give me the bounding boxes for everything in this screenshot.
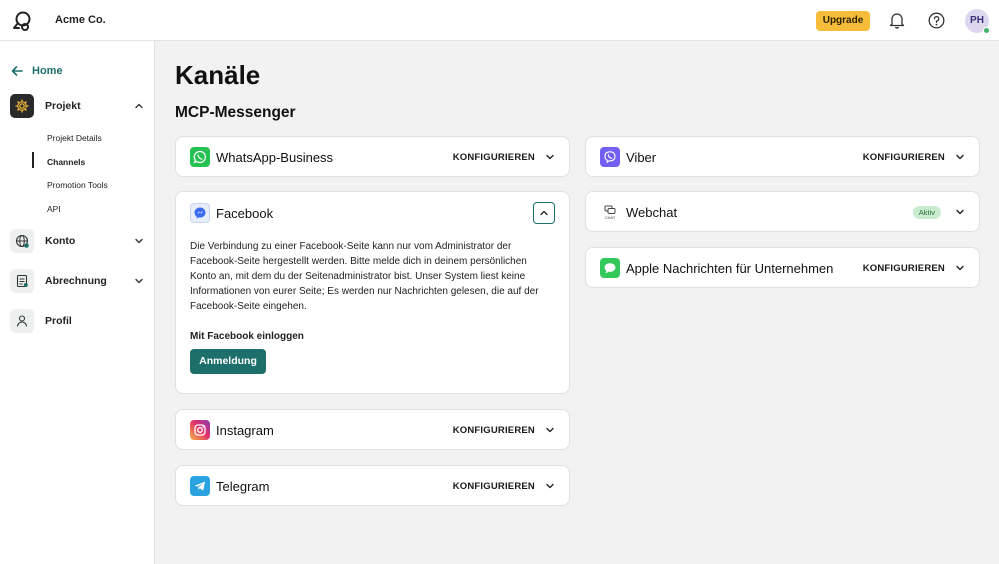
chevron-down-icon[interactable] [545, 481, 555, 491]
sidebar-subitem-channels[interactable]: Channels [47, 157, 85, 167]
configure-button[interactable]: KONFIGURIEREN [453, 152, 535, 163]
messenger-icon [190, 203, 210, 223]
collapse-button[interactable] [533, 202, 555, 224]
channel-header[interactable]: Apple Nachrichten für Unternehmen KONFIG… [600, 258, 965, 278]
chevron-down-icon[interactable] [545, 152, 555, 162]
configure-button[interactable]: KONFIGURIEREN [453, 481, 535, 492]
channel-header[interactable]: Instagram KONFIGURIEREN [190, 420, 555, 440]
chevron-up-icon [135, 103, 143, 109]
section-title: MCP-Messenger [175, 104, 296, 121]
gear-icon [10, 94, 34, 118]
chat-icon-caption: CHAT [604, 214, 616, 220]
sidebar: Home Projekt Projekt Details Channels Pr… [0, 41, 155, 564]
online-status-dot [983, 27, 990, 34]
channel-header[interactable]: Telegram KONFIGURIEREN [190, 476, 555, 496]
configure-button[interactable]: KONFIGURIEREN [863, 263, 945, 274]
chevron-down-icon [135, 278, 143, 284]
chevron-down-icon[interactable] [955, 207, 965, 217]
org-name: Acme Co. [55, 14, 106, 26]
channel-name: Apple Nachrichten für Unternehmen [626, 260, 834, 276]
channel-header[interactable]: Viber KONFIGURIEREN [600, 147, 965, 167]
facebook-description: Die Verbindung zu einer Facebook-Seite k… [190, 241, 539, 312]
sidebar-subitem-projekt-details[interactable]: Projekt Details [47, 133, 102, 143]
viber-icon [600, 147, 620, 167]
sidebar-item-profil[interactable]: Profil [10, 309, 144, 333]
channel-card-whatsapp: WhatsApp-Business KONFIGURIEREN [175, 136, 570, 177]
sidebar-item-label: Projekt [45, 100, 81, 112]
chat-icon: CHAT [600, 202, 620, 222]
chevron-down-icon[interactable] [955, 263, 965, 273]
facebook-login-button[interactable]: Anmeldung [190, 349, 266, 374]
sidebar-subitem-api[interactable]: API [47, 204, 61, 214]
sidebar-item-abrechnung[interactable]: Abrechnung [10, 269, 144, 293]
chevron-down-icon[interactable] [955, 152, 965, 162]
channel-header[interactable]: Facebook [190, 202, 555, 224]
channel-card-instagram: Instagram KONFIGURIEREN [175, 409, 570, 450]
configure-button[interactable]: KONFIGURIEREN [453, 425, 535, 436]
bell-icon[interactable] [888, 11, 906, 29]
globe-icon [10, 229, 34, 253]
person-icon [10, 309, 34, 333]
sidebar-item-label: Profil [45, 315, 72, 327]
page-title: Kanäle [175, 60, 261, 90]
facebook-login-title: Mit Facebook einloggen [190, 331, 304, 342]
channel-name: WhatsApp-Business [216, 149, 334, 165]
telegram-icon [190, 476, 210, 496]
channel-name: Webchat [626, 204, 678, 220]
arrow-left-icon [11, 66, 23, 76]
channel-header[interactable]: CHAT Webchat Aktiv [600, 202, 965, 222]
chevron-up-icon [540, 210, 548, 216]
channel-card-telegram: Telegram KONFIGURIEREN [175, 465, 570, 506]
status-badge: Aktiv [912, 205, 941, 219]
sidebar-subitem-promotion-tools[interactable]: Promotion Tools [47, 180, 108, 190]
channel-name: Viber [626, 149, 657, 165]
configure-button[interactable]: KONFIGURIEREN [863, 152, 945, 163]
avatar-initials: PH [970, 15, 984, 26]
logo-icon[interactable] [11, 10, 33, 32]
channel-card-apple-messages: Apple Nachrichten für Unternehmen KONFIG… [585, 247, 980, 288]
channel-name: Telegram [216, 478, 270, 494]
apple-messages-icon [600, 258, 620, 278]
home-label: Home [32, 65, 63, 77]
channel-name: Facebook [216, 205, 274, 221]
home-link[interactable]: Home [11, 64, 63, 78]
whatsapp-icon [190, 147, 210, 167]
channel-card-viber: Viber KONFIGURIEREN [585, 136, 980, 177]
help-icon[interactable] [928, 12, 945, 29]
chevron-down-icon[interactable] [545, 425, 555, 435]
invoice-icon [10, 269, 34, 293]
sidebar-item-label: Abrechnung [45, 275, 107, 287]
chevron-down-icon [135, 238, 143, 244]
channel-card-webchat: CHAT Webchat Aktiv [585, 191, 980, 232]
channel-card-facebook: Facebook Die Verbindung zu einer Faceboo… [175, 191, 570, 394]
top-bar: Acme Co. Upgrade PH [0, 0, 999, 41]
channel-header[interactable]: WhatsApp-Business KONFIGURIEREN [190, 147, 555, 167]
channel-name: Instagram [216, 422, 274, 438]
sidebar-item-konto[interactable]: Konto [10, 229, 144, 253]
avatar[interactable]: PH [965, 9, 990, 34]
active-indicator [32, 152, 34, 168]
upgrade-button[interactable]: Upgrade [816, 11, 870, 31]
sidebar-item-label: Konto [45, 235, 76, 247]
instagram-icon [190, 420, 210, 440]
sidebar-item-projekt[interactable]: Projekt [10, 94, 144, 118]
